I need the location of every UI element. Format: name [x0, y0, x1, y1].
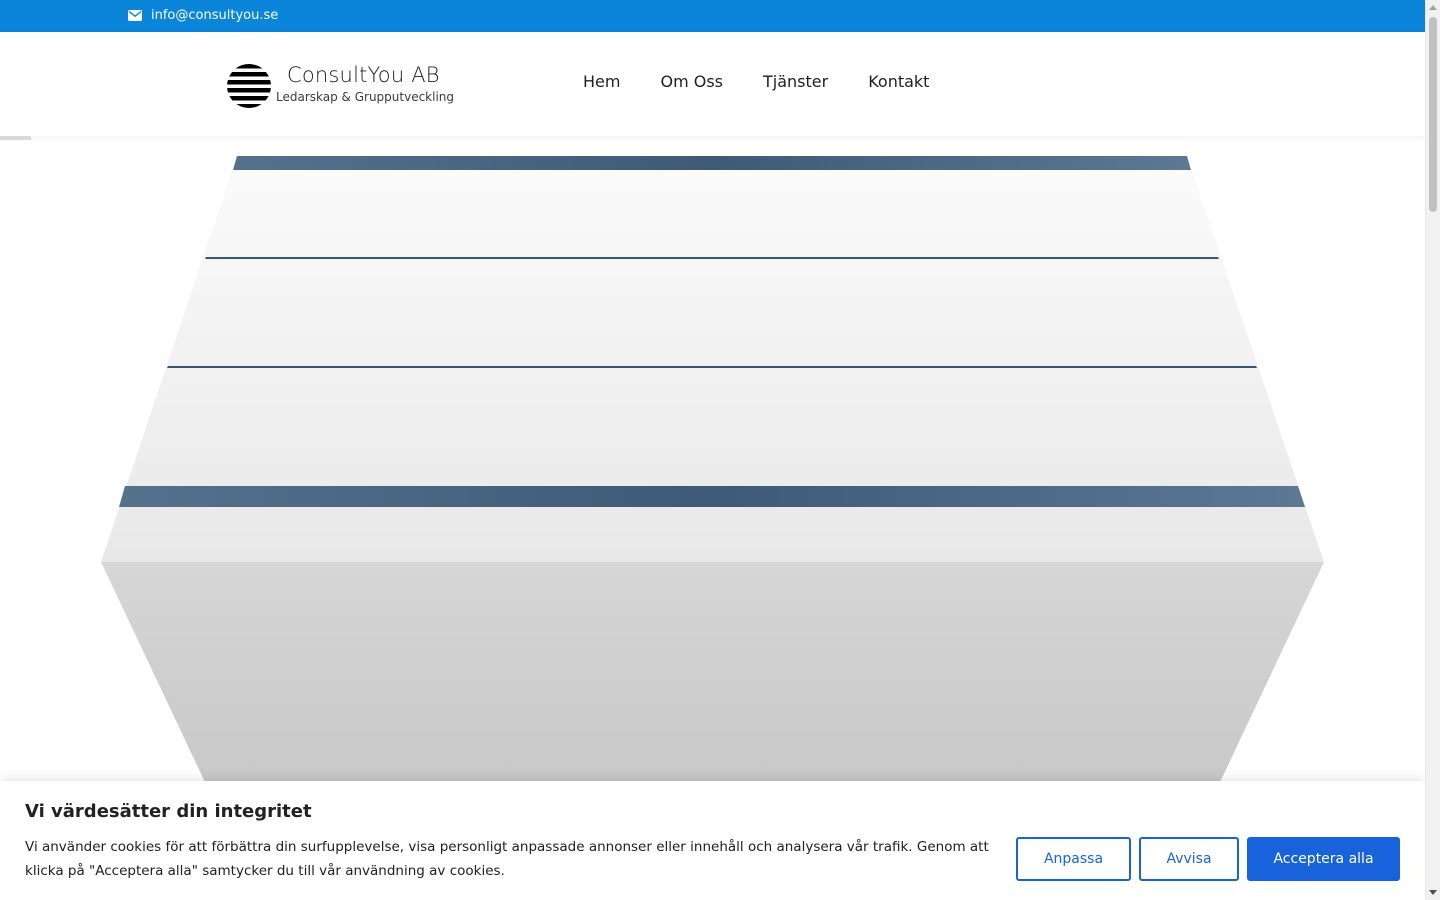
scroll-down-arrow-icon[interactable]	[1429, 890, 1437, 895]
reject-button[interactable]: Avvisa	[1139, 837, 1239, 881]
hero-image-slice	[233, 156, 1191, 170]
logo-mark-icon	[227, 64, 271, 108]
cube-front-face	[101, 562, 1324, 816]
scroll-thumb[interactable]	[1429, 17, 1437, 212]
hero-image-slice	[205, 257, 1219, 259]
site-header: ConsultYou AB Ledarskap & Grupputvecklin…	[0, 32, 1425, 136]
email-text: info@consultyou.se	[151, 8, 279, 23]
scroll-up-arrow-icon[interactable]	[1429, 5, 1437, 10]
cookie-banner: Vi värdesätter din integritet Vi använde…	[0, 781, 1425, 900]
cookie-text: Vi använder cookies för att förbättra di…	[25, 839, 989, 879]
customize-button[interactable]: Anpassa	[1016, 837, 1131, 881]
nav-item-kontakt[interactable]: Kontakt	[868, 72, 929, 91]
main-nav: Hem Om Oss Tjänster Kontakt	[583, 72, 929, 91]
envelope-icon	[128, 10, 142, 21]
nav-item-hem[interactable]: Hem	[583, 72, 620, 91]
page: info@consultyou.se ConsultYou AB Ledarsk…	[0, 0, 1425, 900]
hero-image-slice	[119, 486, 1305, 507]
top-bar: info@consultyou.se	[0, 0, 1425, 32]
email-link[interactable]: info@consultyou.se	[128, 8, 278, 23]
hero-image-slice	[167, 366, 1257, 368]
logo-tagline: Ledarskap & Grupputveckling	[276, 90, 455, 104]
nav-item-tjanster[interactable]: Tjänster	[763, 72, 828, 91]
accept-all-button[interactable]: Acceptera alla	[1247, 837, 1400, 881]
nav-item-om-oss[interactable]: Om Oss	[660, 72, 723, 91]
slider-loader	[0, 136, 31, 140]
cookie-title: Vi värdesätter din integritet	[25, 801, 312, 822]
page-scrollbar[interactable]	[1425, 0, 1440, 900]
site-logo[interactable]: ConsultYou AB Ledarskap & Grupputvecklin…	[226, 62, 466, 110]
logo-name: ConsultYou AB	[287, 63, 440, 87]
